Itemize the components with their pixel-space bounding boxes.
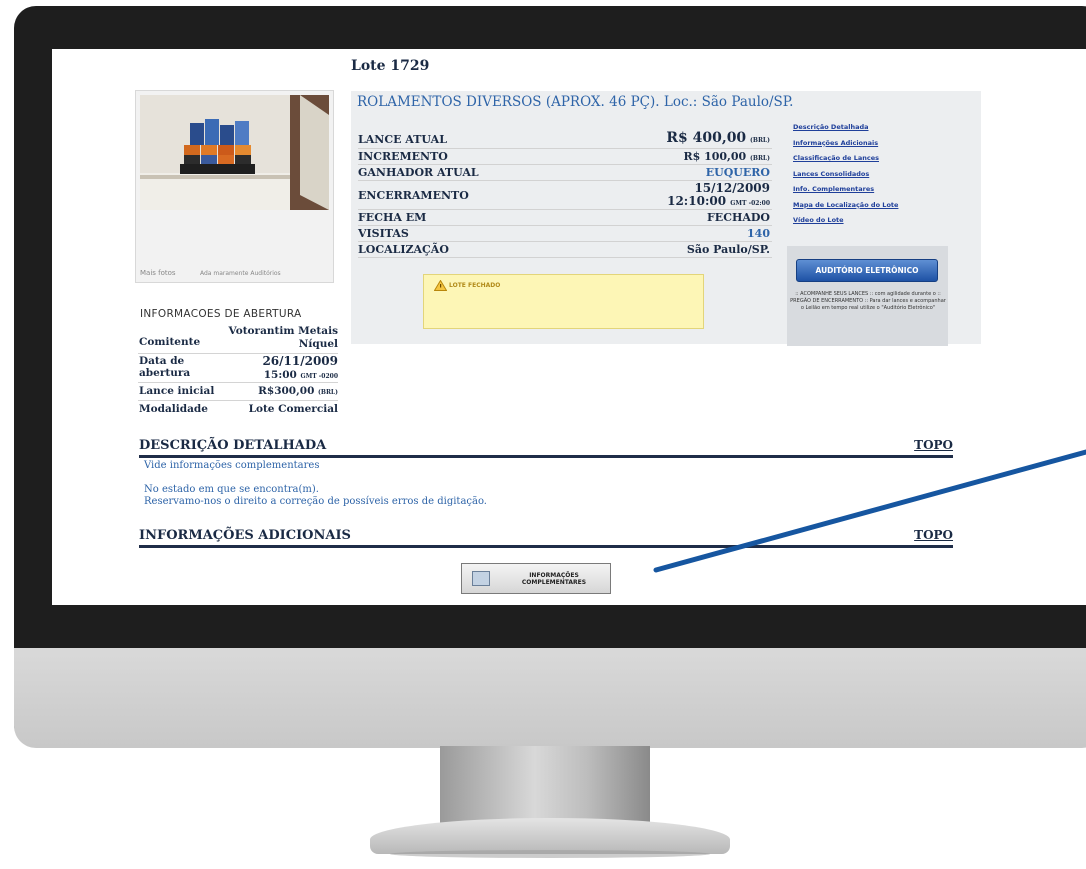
topo-link[interactable]: TOPO [914,528,953,542]
link-descricao-detalhada[interactable]: Descrição Detalhada [793,123,898,139]
monitor-stand-neck [440,746,650,826]
browser-screen: Lote 1729 Mais fotos Ada maramente Audit… [52,49,1086,605]
lot-nav-links: Descrição Detalhada Informações Adiciona… [793,123,898,232]
topo-link[interactable]: TOPO [914,438,953,452]
section-descricao-header: DESCRIÇÃO DETALHADA TOPO [139,438,953,453]
closes-in-value: FECHADO [707,211,770,224]
opening-info-table: Comitente Votorantim Metais Níquel Data d… [138,323,338,418]
opening-datetime: 26/11/2009 15:00 GMT -0200 [262,354,338,382]
alert-text: LOTE FECHADO [449,282,501,289]
photo-caption: Ada maramente Auditórios [200,270,281,277]
comitente-value: Votorantim Metais Níquel [228,325,338,350]
section-divider [139,545,953,548]
row-label: Lance inicial [139,385,215,397]
link-video-lote[interactable]: Vídeo do Lote [793,216,898,232]
link-mapa-localizacao[interactable]: Mapa de Localização do Lote [793,201,898,217]
section-adicionais-header: INFORMAÇÕES ADICIONAIS TOPO [139,528,953,543]
warning-icon [434,280,447,291]
monitor-chin [14,648,1086,748]
increment-value: R$ 100,00 (BRL) [683,150,770,163]
table-row: GANHADOR ATUAL EUQUERO [358,165,772,181]
more-photos-link[interactable]: Mais fotos [140,269,176,277]
button-label: INFORMAÇÕES COMPLEMENTARES [521,572,587,586]
table-row: LANCE ATUAL R$ 400,00 (BRL) [358,130,772,149]
row-label: GANHADOR ATUAL [358,166,479,179]
link-lances-consolidados[interactable]: Lances Consolidados [793,170,898,186]
row-label: LOCALIZAÇÃO [358,243,449,256]
row-label: Comitente [139,336,201,348]
description-text: Reservamo-nos o direito a correção de po… [144,496,487,507]
table-row: FECHA EM FECHADO [358,210,772,226]
initial-bid-value: R$300,00 (BRL) [258,385,338,397]
opening-info-title: INFORMACOES DE ABERTURA [140,308,302,320]
table-row: Data de abertura 26/11/2009 15:00 GMT -020… [138,354,338,383]
table-row: INCREMENTO R$ 100,00 (BRL) [358,149,772,165]
location-value: São Paulo/SP. [686,243,770,256]
current-winner-value: EUQUERO [705,166,770,179]
visits-value: 140 [747,227,770,240]
document-icon [472,571,490,586]
table-row: VISITAS 140 [358,226,772,242]
row-label: ENCERRAMENTO [358,189,469,202]
description-text: No estado em que se encontra(m). [144,484,319,495]
link-informacoes-adicionais[interactable]: Informações Adicionais [793,139,898,155]
modality-value: Lote Comercial [248,403,338,415]
link-info-complementares[interactable]: Info. Complementares [793,185,898,201]
informacoes-complementares-button[interactable]: INFORMAÇÕES COMPLEMENTARES [461,563,611,594]
stand-shadow [390,850,710,858]
product-photo[interactable] [140,95,329,210]
row-label: INCREMENTO [358,150,448,163]
row-label: VISITAS [358,227,409,240]
table-row: Lance inicial R$300,00 (BRL) [138,383,338,401]
row-label: Data de abertura [139,355,191,379]
auditorio-note: :: ACOMPANHE SEUS LANCES :: com agilidad… [790,291,946,311]
row-label: Modalidade [139,403,208,415]
auditorio-eletronico-button[interactable]: AUDITÓRIO ELETRÔNICO [796,259,938,282]
table-row: LOCALIZAÇÃO São Paulo/SP. [358,242,772,258]
row-label: FECHA EM [358,211,427,224]
closing-datetime: 15/12/2009 12:10:00 GMT -02:00 [667,181,770,208]
product-title: ROLAMENTOS DIVERSOS (APROX. 46 PÇ). Loc.… [357,94,794,110]
section-divider [139,455,953,458]
table-row: Comitente Votorantim Metais Níquel [138,323,338,354]
table-row: ENCERRAMENTO 15/12/2009 12:10:00 GMT -02:… [358,181,772,210]
lot-title: Lote 1729 [351,58,430,74]
table-row: Modalidade Lote Comercial [138,401,338,418]
description-text: Vide informações complementares [144,460,320,471]
bearings-photo-icon [140,95,329,210]
section-title: INFORMAÇÕES ADICIONAIS [139,528,351,543]
photo-gallery[interactable]: Mais fotos Ada maramente Auditórios [135,90,334,283]
row-label: LANCE ATUAL [358,133,447,146]
monitor-stand-base [370,818,730,854]
current-bid-value: R$ 400,00 (BRL) [666,130,770,146]
lot-closed-alert: LOTE FECHADO [423,274,704,329]
lot-info-table: LANCE ATUAL R$ 400,00 (BRL) INCREMENTO R… [358,130,772,258]
section-title: DESCRIÇÃO DETALHADA [139,438,327,453]
link-classificacao-lances[interactable]: Classificação de Lances [793,154,898,170]
